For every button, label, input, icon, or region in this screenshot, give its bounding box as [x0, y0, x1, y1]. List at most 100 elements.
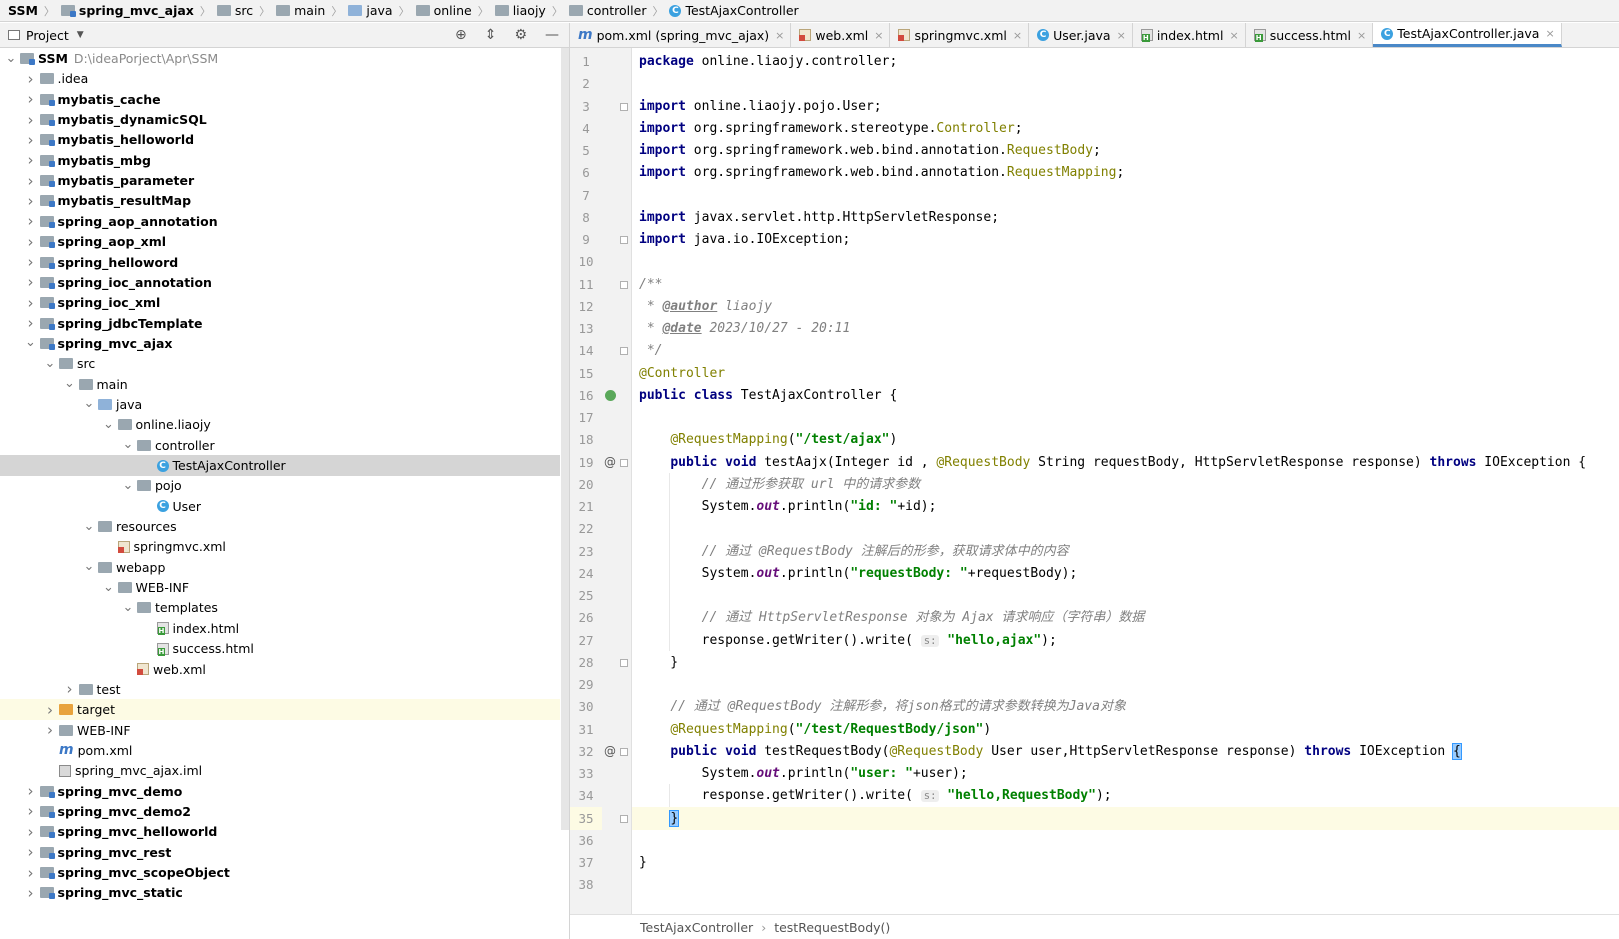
line-number[interactable]: 34 [570, 784, 602, 807]
chevron-right-icon[interactable]: › [24, 843, 38, 861]
tree-item[interactable]: › spring_mvc_rest [0, 842, 560, 863]
breadcrumb-item[interactable]: liaojy [491, 3, 550, 18]
line-number[interactable]: 21 [570, 495, 602, 518]
line-number[interactable]: 30 [570, 695, 602, 718]
tree-item[interactable]: ⌄ controller [0, 435, 560, 456]
line-number[interactable]: 12 [570, 295, 602, 318]
line-number[interactable]: 31 [570, 718, 602, 741]
chevron-right-icon[interactable]: › [24, 233, 38, 251]
line-number[interactable]: 29 [570, 673, 602, 696]
tree-item[interactable]: › spring_ioc_annotation [0, 272, 560, 293]
line-number[interactable]: 27 [570, 629, 602, 652]
code-editor[interactable]: package online.liaojy.controller; import … [632, 48, 1619, 914]
tree-item[interactable]: › target [0, 699, 560, 721]
line-number[interactable]: 3 [570, 95, 602, 118]
line-number[interactable]: 22 [570, 517, 602, 540]
chevron-right-icon[interactable]: › [24, 823, 38, 841]
editor-tab[interactable]: web.xml × [791, 23, 891, 47]
close-icon[interactable]: × [1545, 27, 1554, 40]
chevron-right-icon[interactable]: › [43, 721, 57, 739]
tree-item[interactable]: C User [0, 496, 560, 517]
chevron-down-icon[interactable]: ⌄ [82, 560, 96, 573]
line-number[interactable]: 13 [570, 317, 602, 340]
breadcrumb-item[interactable]: main [272, 3, 329, 18]
chevron-right-icon[interactable]: › [24, 294, 38, 312]
tree-item[interactable]: m pom.xml [0, 740, 560, 761]
tree-item[interactable]: ⌄ SSM D:\ideaPorject\Apr\SSM [0, 48, 560, 69]
tree-item[interactable]: › .idea [0, 68, 560, 89]
tree-item[interactable]: › mybatis_helloworld [0, 129, 560, 150]
close-icon[interactable]: × [874, 29, 883, 42]
chevron-down-icon[interactable]: ⌄ [121, 479, 135, 492]
breadcrumb-item[interactable]: controller [565, 3, 651, 18]
breadcrumb-item[interactable]: SSM [4, 3, 42, 18]
close-icon[interactable]: × [1357, 29, 1366, 42]
chevron-right-icon[interactable]: › [24, 90, 38, 108]
tree-item[interactable]: › spring_jdbcTemplate [0, 313, 560, 334]
editor-tab[interactable]: m pom.xml (spring_mvc_ajax) × [570, 23, 792, 47]
tree-item[interactable]: › spring_helloword [0, 252, 560, 273]
line-number[interactable]: 6 [570, 161, 602, 184]
line-number[interactable]: 10 [570, 250, 602, 273]
chevron-right-icon[interactable]: › [63, 680, 77, 698]
breadcrumb-item[interactable]: online [412, 3, 476, 18]
tree-item[interactable]: success.html [0, 638, 560, 659]
line-number[interactable]: 18 [570, 428, 602, 451]
editor-tab[interactable]: C TestAjaxController.java × [1373, 23, 1562, 47]
tree-item[interactable]: › spring_mvc_scopeObject [0, 862, 560, 883]
line-number[interactable]: 14 [570, 339, 602, 362]
fold-marker-icon[interactable] [620, 102, 628, 111]
line-number[interactable]: 7 [570, 184, 602, 207]
chevron-right-icon[interactable]: › [24, 111, 38, 129]
fold-marker-icon[interactable] [620, 236, 628, 244]
line-number[interactable]: 25 [570, 584, 602, 607]
tree-item[interactable]: › spring_aop_annotation [0, 211, 560, 232]
line-number[interactable]: 38 [570, 873, 602, 896]
status-class[interactable]: TestAjaxController [640, 920, 753, 935]
breadcrumb-item[interactable]: java [344, 3, 396, 18]
breadcrumb-item[interactable]: src [213, 3, 257, 18]
editor-tab[interactable]: index.html × [1133, 23, 1246, 47]
chevron-right-icon[interactable]: › [24, 314, 38, 332]
tree-item[interactable]: › spring_ioc_xml [0, 292, 560, 313]
tree-item[interactable]: ⌄ resources [0, 516, 560, 537]
fold-marker-icon[interactable] [620, 347, 628, 356]
tree-item[interactable]: index.html [0, 618, 560, 639]
chevron-down-icon[interactable]: ⌄ [4, 52, 18, 65]
line-number[interactable]: 33 [570, 762, 602, 785]
line-number[interactable]: 16 [570, 384, 602, 407]
line-number[interactable]: 2 [570, 72, 602, 95]
tree-item[interactable]: ⌄ online.liaojy [0, 414, 560, 435]
collapse-icon[interactable]: ⇕ [485, 27, 497, 43]
chevron-right-icon[interactable]: › [24, 70, 38, 88]
breadcrumb-item[interactable]: C TestAjaxController [665, 3, 802, 18]
line-number[interactable]: 37 [570, 851, 602, 874]
spring-bean-icon[interactable] [604, 389, 616, 401]
tree-scrollbar[interactable] [561, 48, 569, 830]
line-number[interactable]: 20 [570, 473, 602, 496]
fold-marker-icon[interactable] [620, 814, 628, 823]
tree-item[interactable]: ⌄ templates [0, 597, 560, 618]
line-number[interactable]: 23 [570, 540, 602, 563]
line-number[interactable]: 1 [570, 50, 602, 73]
override-marker-icon[interactable]: @ [603, 451, 617, 474]
line-number[interactable]: 19 [570, 451, 602, 474]
minimize-icon[interactable]: — [545, 27, 559, 43]
line-number[interactable]: 8 [570, 206, 602, 229]
line-number[interactable]: 17 [570, 406, 602, 429]
chevron-down-icon[interactable]: ⌄ [82, 520, 96, 533]
tree-item[interactable]: C TestAjaxController [0, 455, 560, 476]
crosshair-icon[interactable]: ⊕ [455, 27, 467, 43]
line-number[interactable]: 32 [570, 740, 602, 763]
chevron-right-icon[interactable]: › [43, 701, 57, 719]
line-number[interactable]: 36 [570, 829, 602, 852]
tree-item[interactable]: springmvc.xml [0, 536, 560, 557]
editor-tab[interactable]: C User.java × [1029, 23, 1133, 47]
tree-item[interactable]: ⌄ spring_mvc_ajax [0, 333, 560, 354]
chevron-down-icon[interactable]: ⌄ [43, 357, 57, 370]
tree-item[interactable]: ⌄ WEB-INF [0, 577, 560, 598]
line-number[interactable]: 28 [570, 651, 602, 674]
chevron-right-icon[interactable]: › [24, 212, 38, 230]
status-method[interactable]: testRequestBody() [774, 920, 890, 935]
tree-item[interactable]: › spring_mvc_demo2 [0, 801, 560, 822]
